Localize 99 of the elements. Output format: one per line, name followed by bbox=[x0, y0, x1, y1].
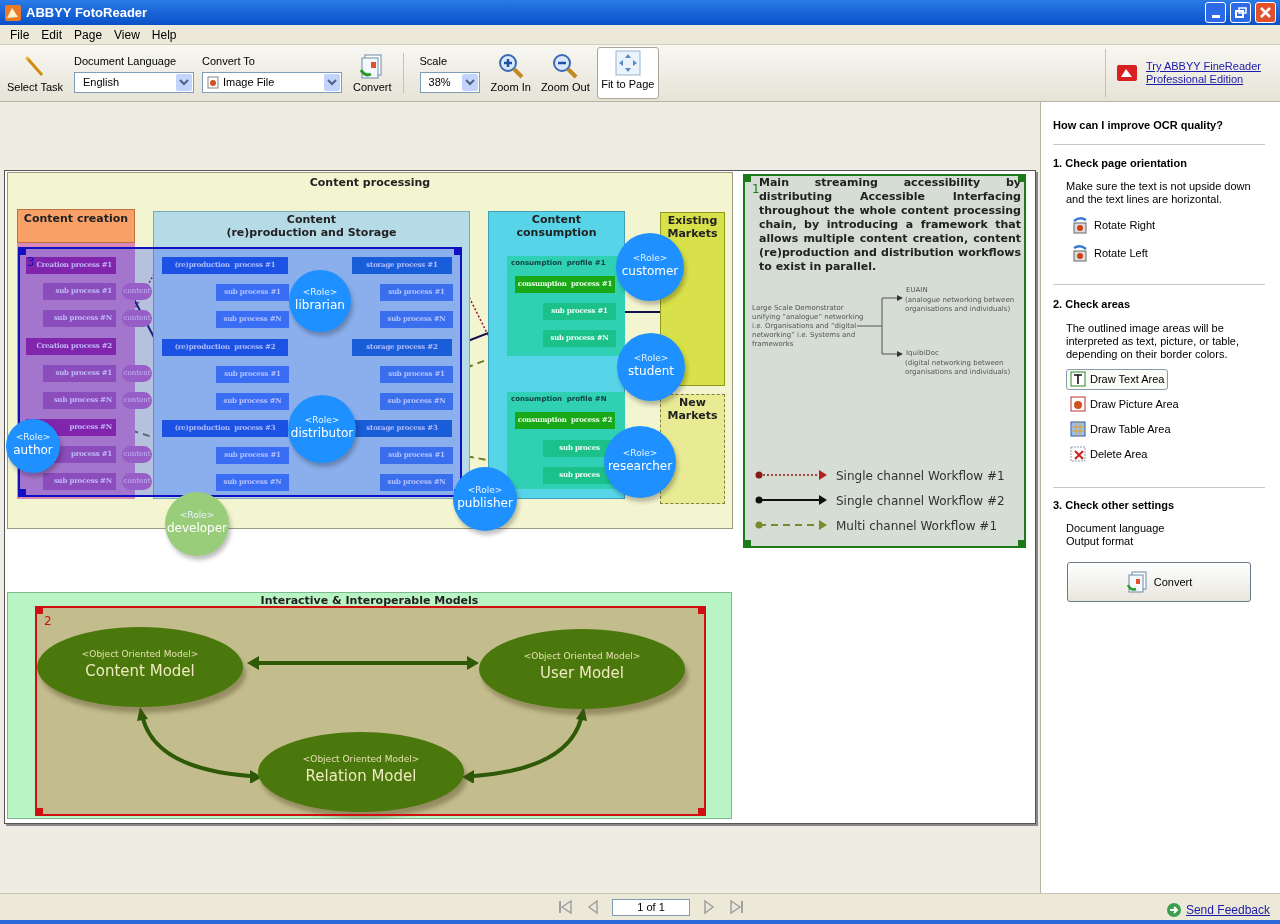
section-heading: 2. Check areas bbox=[1053, 297, 1132, 312]
next-page-icon bbox=[701, 899, 717, 915]
draw-tool-button[interactable]: Draw Picture Area bbox=[1066, 393, 1183, 415]
column-title: Existing Markets bbox=[666, 214, 719, 240]
rotate-left-button[interactable]: Rotate Left bbox=[1071, 244, 1268, 262]
column-title: New Markets bbox=[666, 396, 719, 422]
zoom-out-button[interactable]: Zoom Out bbox=[537, 45, 593, 101]
menu-item[interactable]: File bbox=[4, 25, 36, 44]
menu-item[interactable]: Help bbox=[145, 25, 183, 44]
close-icon bbox=[1260, 7, 1271, 18]
text-area-outline[interactable] bbox=[743, 174, 1026, 548]
model-tag: <Object Oriented Model> bbox=[258, 753, 464, 767]
area-number: 3 bbox=[27, 256, 35, 268]
role-tag: <Role> bbox=[453, 484, 517, 498]
model-name: User Model bbox=[539, 663, 625, 684]
minimize-button[interactable] bbox=[1205, 2, 1226, 23]
draw-tool-button[interactable]: Draw Text Area bbox=[1066, 368, 1169, 390]
role-tag: <Role> bbox=[616, 252, 684, 266]
legend-label: Multi channel Workflow #1 bbox=[836, 518, 998, 535]
section-heading: 3. Check other settings bbox=[1053, 497, 1176, 513]
arrow-circle-icon bbox=[1165, 902, 1182, 918]
legend-line-icon bbox=[755, 494, 827, 506]
area-number: 1 bbox=[752, 183, 760, 195]
fit-to-page-button[interactable]: Fit to Page bbox=[596, 47, 659, 99]
role-tag: <Role> bbox=[289, 286, 351, 300]
panel-title: Content processing bbox=[308, 175, 432, 191]
table-area-icon bbox=[1070, 421, 1086, 437]
settings-item: Output format bbox=[1066, 535, 1135, 548]
restore-icon bbox=[1234, 7, 1247, 18]
legend-label: Single channel Workflow #2 bbox=[836, 493, 1005, 510]
first-page-button[interactable] bbox=[556, 898, 574, 916]
previous-page-icon bbox=[585, 899, 601, 915]
scale-dropdown[interactable]: 38% bbox=[419, 71, 480, 93]
draw-tool-button[interactable]: Delete Area bbox=[1066, 443, 1152, 465]
rotate-left-icon bbox=[1071, 244, 1089, 262]
double-arrow-icon bbox=[137, 707, 262, 783]
convert-to-label: Convert To bbox=[202, 54, 256, 70]
rotate-right-button[interactable]: Rotate Right bbox=[1071, 216, 1268, 234]
role-name: author bbox=[12, 443, 54, 457]
last-page-icon bbox=[729, 899, 745, 915]
legend-line-icon bbox=[755, 469, 827, 481]
image-file-icon bbox=[207, 75, 219, 89]
send-feedback-link[interactable]: Send Feedback bbox=[1185, 901, 1270, 919]
first-page-icon bbox=[557, 899, 573, 915]
role-tag: <Role> bbox=[617, 352, 685, 366]
pane-title: How can I improve OCR quality? bbox=[1053, 118, 1224, 133]
column-title: Content consumption bbox=[515, 213, 598, 239]
restore-button[interactable] bbox=[1230, 2, 1251, 23]
role-name: publisher bbox=[456, 496, 514, 510]
zoom-out-icon bbox=[552, 52, 579, 79]
documents-icon bbox=[1125, 571, 1148, 593]
fit-arrows-icon bbox=[614, 49, 641, 76]
role-name: developer bbox=[165, 521, 229, 535]
zoom-in-button[interactable]: Zoom In bbox=[487, 45, 534, 101]
section-description: Make sure the text is not upside down and the text lines are horizontal. bbox=[1066, 180, 1252, 206]
role-tag: <Role> bbox=[165, 509, 229, 523]
window-title: ABBYY FotoReader bbox=[26, 3, 149, 22]
picture-area-outline[interactable] bbox=[35, 606, 706, 816]
model-name: Content Model bbox=[84, 661, 196, 682]
area-number: 2 bbox=[44, 615, 52, 627]
convert-button[interactable]: Convert bbox=[350, 45, 395, 101]
scale-label: Scale bbox=[419, 54, 449, 70]
panel-title: Interactive & Interoperable Models bbox=[259, 593, 480, 609]
role-name: distributor bbox=[289, 426, 355, 440]
zoom-in-icon bbox=[497, 52, 524, 79]
model-tag: <Object Oriented Model> bbox=[37, 648, 243, 662]
double-arrow-icon bbox=[462, 707, 587, 783]
page-number-field[interactable]: 1 of 1 bbox=[612, 898, 690, 916]
menu-item[interactable]: View bbox=[108, 25, 146, 44]
role-name: librarian bbox=[294, 298, 346, 312]
menu-item[interactable]: Page bbox=[68, 25, 109, 44]
draw-tool-button[interactable]: Draw Table Area bbox=[1066, 418, 1175, 440]
text-area-icon bbox=[1070, 371, 1086, 387]
convert-to-dropdown[interactable]: Image File bbox=[202, 71, 342, 93]
document-language-label: Document Language bbox=[74, 54, 178, 70]
last-page-button[interactable] bbox=[728, 898, 746, 916]
app-icon bbox=[4, 3, 22, 22]
model-name: Relation Model bbox=[304, 766, 418, 787]
role-name: student bbox=[627, 364, 675, 378]
minimize-icon bbox=[1211, 15, 1220, 18]
model-tag: <Object Oriented Model> bbox=[479, 650, 685, 664]
delete-area-icon bbox=[1070, 446, 1086, 462]
column-title: Content (re)production and Storage bbox=[225, 213, 398, 239]
role-name: customer bbox=[620, 264, 680, 278]
rotate-right-icon bbox=[1071, 216, 1089, 234]
promo-link[interactable]: Try ABBYY FineReader Professional Edition bbox=[1146, 60, 1264, 86]
legend-label: Single channel Workflow #1 bbox=[836, 468, 1005, 485]
column-header: Content creation bbox=[17, 209, 135, 243]
double-arrow-icon bbox=[247, 656, 479, 670]
settings-item: Document language bbox=[1066, 522, 1166, 535]
document-language-dropdown[interactable]: English bbox=[74, 71, 194, 93]
picture-area-icon bbox=[1070, 396, 1086, 412]
section-description: The outlined image areas will be interpreted as text, picture, or table, depending on their border colors. bbox=[1066, 321, 1241, 361]
menu-item[interactable]: Edit bbox=[35, 25, 69, 44]
select-task-button[interactable]: Select Task bbox=[4, 45, 66, 101]
legend-line-icon bbox=[755, 519, 827, 531]
close-button[interactable] bbox=[1255, 2, 1276, 23]
convert-button[interactable]: Convert bbox=[1067, 562, 1251, 602]
section-heading: 1. Check page orientation bbox=[1053, 155, 1188, 171]
